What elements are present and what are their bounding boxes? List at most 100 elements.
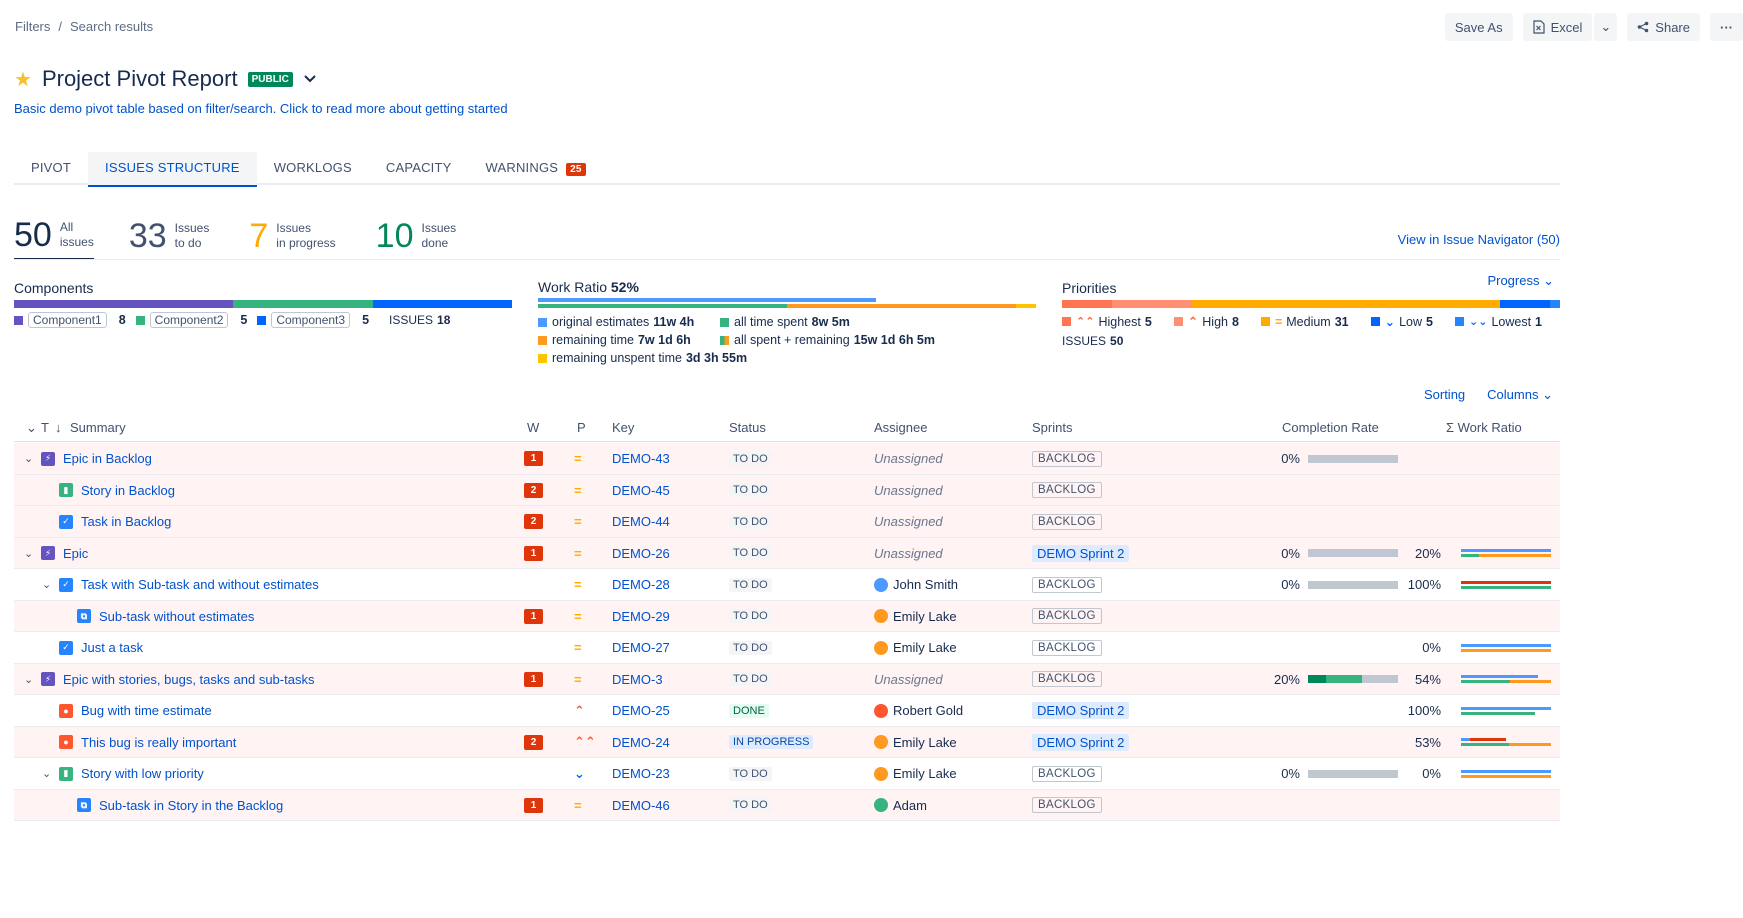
col-status[interactable]: Status (729, 420, 766, 435)
legend-lowest[interactable]: ⌄⌄ Lowest 1 (1455, 315, 1542, 329)
sprint-badge[interactable]: BACKLOG (1032, 482, 1102, 498)
low-segment[interactable] (1500, 300, 1551, 308)
share-button[interactable]: Share (1627, 13, 1700, 41)
issue-key-link[interactable]: DEMO-26 (612, 546, 670, 561)
report-description-link[interactable]: Basic demo pivot table based on filter/s… (14, 101, 508, 116)
issue-summary-link[interactable]: This bug is really important (81, 735, 236, 750)
warning-count-badge[interactable]: 1 (524, 608, 543, 624)
highest-segment[interactable] (1062, 300, 1112, 308)
component2-legend[interactable]: Component2 5 (135, 312, 247, 328)
expand-toggle-icon[interactable]: ⌄ (24, 538, 33, 569)
high-segment[interactable] (1111, 300, 1192, 308)
lowest-segment[interactable] (1550, 300, 1560, 308)
table-row[interactable]: ⧉ Sub-task in Story in the Backlog 1 = DEMO… (14, 789, 1560, 821)
sprint-badge[interactable]: BACKLOG (1032, 797, 1102, 813)
legend-high[interactable]: ⌃ High 8 (1173, 314, 1239, 329)
sorting-button[interactable]: Sorting (1424, 387, 1465, 403)
issue-summary-link[interactable]: Sub-task without estimates (99, 609, 254, 624)
save-as-button[interactable]: Save As (1444, 13, 1513, 41)
sprint-badge[interactable]: BACKLOG (1032, 450, 1102, 467)
col-sprints[interactable]: Sprints (1032, 420, 1072, 435)
tab-pivot[interactable]: PIVOT (14, 152, 88, 185)
columns-dropdown[interactable]: Columns ⌄ (1487, 387, 1553, 403)
issue-key-link[interactable]: DEMO-3 (612, 672, 663, 687)
expand-toggle-icon[interactable]: ⌄ (42, 758, 51, 789)
legend-highest[interactable]: ⌃⌃ Highest 5 (1062, 315, 1152, 329)
stat-all-issues[interactable]: 50 All issues (14, 216, 94, 260)
sort-arrow-icon[interactable]: ↓ (55, 420, 62, 435)
component1-legend[interactable]: Component1 8 (14, 312, 126, 328)
warning-count-badge[interactable]: 1 (524, 451, 543, 466)
tab-worklogs[interactable]: WORKLOGS (257, 152, 369, 185)
issue-summary-link[interactable]: Task with Sub-task and without estimates (81, 577, 319, 592)
issue-key-link[interactable]: DEMO-44 (612, 514, 670, 529)
table-row[interactable]: ⌄ ⚡ Epic in Backlog 1 = DEMO-43 TO DO Unassig… (14, 443, 1560, 475)
excel-dropdown-button[interactable]: ⌄ (1594, 13, 1618, 41)
issue-summary-link[interactable]: Bug with time estimate (81, 703, 212, 718)
breadcrumb-search-results[interactable]: Search results (70, 19, 153, 34)
issue-key-link[interactable]: DEMO-29 (612, 609, 670, 624)
sprint-badge[interactable]: DEMO Sprint 2 (1032, 702, 1130, 719)
issue-summary-link[interactable]: Task in Backlog (81, 514, 171, 529)
sprint-badge[interactable]: DEMO Sprint 2 (1032, 733, 1130, 751)
tab-issues-structure[interactable]: ISSUES STRUCTURE (88, 152, 257, 187)
table-row[interactable]: ● This bug is really important 2 ⌃⌃ DEMO-24… (14, 726, 1560, 758)
excel-button[interactable]: Excel (1522, 13, 1593, 41)
sprint-badge[interactable]: BACKLOG (1032, 513, 1102, 530)
table-row[interactable]: ⧉ Sub-task without estimates 1 = DEMO-29 TO … (14, 600, 1560, 632)
sprint-badge[interactable]: BACKLOG (1032, 608, 1102, 624)
issue-key-link[interactable]: DEMO-23 (612, 766, 670, 781)
issue-summary-link[interactable]: Epic (63, 546, 88, 561)
col-assignee[interactable]: Assignee (874, 420, 927, 435)
col-key[interactable]: Key (612, 420, 634, 435)
sprint-badge[interactable]: BACKLOG (1032, 671, 1102, 687)
title-chevron-down-icon[interactable] (303, 71, 317, 87)
breadcrumb-filters[interactable]: Filters (15, 19, 50, 34)
col-warnings[interactable]: W (527, 420, 539, 435)
table-row[interactable]: ⌄ ▮ Story with low priority ⌄ DEMO-23 TO DO… (14, 758, 1560, 790)
legend-medium[interactable]: = Medium 31 (1260, 315, 1349, 329)
sprint-badge[interactable]: DEMO Sprint 2 (1032, 544, 1130, 562)
view-in-issue-navigator-link[interactable]: View in Issue Navigator (50) (1398, 232, 1560, 247)
progress-dropdown[interactable]: Progress ⌄ (1487, 273, 1554, 289)
legend-low[interactable]: ⌄ Low 5 (1370, 314, 1433, 329)
col-summary[interactable]: Summary (70, 420, 126, 435)
warning-count-badge[interactable]: 1 (524, 545, 543, 561)
star-icon[interactable]: ★ (14, 67, 32, 92)
issue-key-link[interactable]: DEMO-43 (612, 451, 670, 466)
more-button[interactable]: ··· (1710, 13, 1743, 41)
issue-key-link[interactable]: DEMO-45 (612, 483, 670, 498)
tab-capacity[interactable]: CAPACITY (369, 152, 469, 185)
component3-legend[interactable]: Component3 5 (257, 312, 369, 328)
issue-key-link[interactable]: DEMO-28 (612, 577, 670, 592)
expand-toggle-icon[interactable]: ⌄ (24, 664, 33, 695)
sprint-badge[interactable]: BACKLOG (1032, 639, 1102, 656)
issue-summary-link[interactable]: Epic in Backlog (63, 451, 152, 466)
issue-key-link[interactable]: DEMO-46 (612, 798, 670, 813)
component3-segment[interactable] (372, 300, 512, 308)
issue-key-link[interactable]: DEMO-27 (612, 640, 670, 655)
table-row[interactable]: ✓ Just a task = DEMO-27 TO DO Emily Lake BACK… (14, 632, 1560, 664)
col-completion-rate[interactable]: Completion Rate (1282, 420, 1379, 435)
col-work-ratio[interactable]: Σ Work Ratio (1446, 420, 1522, 435)
col-priority[interactable]: P (577, 420, 586, 435)
sprint-badge[interactable]: BACKLOG (1032, 765, 1102, 782)
issue-key-link[interactable]: DEMO-24 (612, 735, 670, 750)
stat-issues-to-do[interactable]: 33 Issues to do (129, 216, 210, 260)
issue-summary-link[interactable]: Story with low priority (81, 766, 204, 781)
table-row[interactable]: ⌄ ⚡ Epic with stories, bugs, tasks and s… (14, 663, 1560, 695)
table-row[interactable]: ✓ Task in Backlog 2 = DEMO-44 TO DO Unassigne… (14, 506, 1560, 538)
issue-summary-link[interactable]: Sub-task in Story in the Backlog (99, 798, 283, 813)
stat-issues-done[interactable]: 10 Issues done (376, 216, 457, 260)
table-row[interactable]: ● Bug with time estimate ⌃ DEMO-25 DONE Robe… (14, 695, 1560, 727)
expand-toggle-icon[interactable]: ⌄ (24, 443, 33, 474)
warning-count-badge[interactable]: 1 (524, 671, 543, 687)
issue-summary-link[interactable]: Epic with stories, bugs, tasks and sub-t… (63, 672, 314, 687)
stat-issues-in-progress[interactable]: 7 Issues in progress (249, 216, 335, 260)
warning-count-badge[interactable]: 2 (524, 482, 543, 498)
collapse-all-icon[interactable]: ⌄ (26, 420, 37, 436)
tab-warnings[interactable]: WARNINGS 25 (469, 152, 603, 185)
issue-summary-link[interactable]: Story in Backlog (81, 483, 175, 498)
expand-toggle-icon[interactable]: ⌄ (42, 569, 51, 600)
medium-segment[interactable] (1191, 300, 1501, 308)
